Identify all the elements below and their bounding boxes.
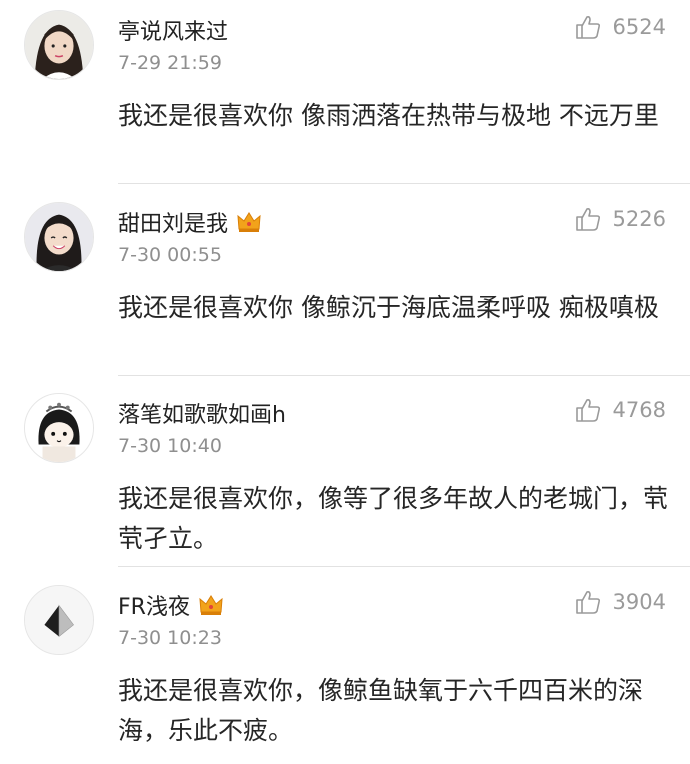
username[interactable]: 甜田刘是我 — [118, 206, 262, 238]
username[interactable]: 亭说风来过 — [118, 14, 228, 46]
comment-text: 我还是很喜欢你 像雨洒落在热带与极地 不远万里 — [118, 101, 659, 130]
like-button[interactable]: 6524 — [575, 14, 666, 40]
like-button[interactable]: 3904 — [575, 589, 666, 615]
timestamp: 7-29 21:59 — [118, 52, 222, 74]
timestamp: 7-30 10:40 — [118, 435, 222, 457]
comment-text: 我还是很喜欢你 像鲸沉于海底温柔呼吸 痴极嗔极 — [118, 293, 659, 322]
timestamp: 7-30 00:55 — [118, 244, 222, 266]
timestamp: 7-30 10:23 — [118, 627, 222, 649]
comment-text: 我还是很喜欢你，像等了很多年故人的老城门，茕茕孑立。 — [118, 484, 669, 553]
comment-text: 我还是很喜欢你，像鲸鱼缺氧于六千四百米的深海，乐此不疲。 — [118, 676, 644, 745]
like-count: 4768 — [612, 398, 666, 422]
thumbs-up-icon[interactable] — [575, 14, 601, 40]
like-count: 6524 — [612, 15, 666, 39]
username-text[interactable]: 甜田刘是我 — [118, 206, 228, 238]
divider — [118, 183, 690, 184]
username[interactable]: 落笔如歌歌如画h — [118, 397, 286, 429]
thumbs-up-icon[interactable] — [575, 589, 601, 615]
username[interactable]: FR浅夜 — [118, 589, 224, 621]
thumbs-up-icon[interactable] — [575, 397, 601, 423]
crown-icon — [236, 210, 262, 234]
username-text[interactable]: FR浅夜 — [118, 589, 190, 621]
avatar[interactable] — [24, 393, 94, 463]
like-button[interactable]: 5226 — [575, 206, 666, 232]
crown-icon — [198, 593, 224, 617]
like-count: 5226 — [612, 207, 666, 231]
username-text[interactable]: 亭说风来过 — [118, 14, 228, 46]
username-text[interactable]: 落笔如歌歌如画h — [118, 397, 286, 429]
avatar[interactable] — [24, 202, 94, 272]
divider — [118, 566, 690, 567]
avatar[interactable] — [24, 585, 94, 655]
divider — [118, 375, 690, 376]
like-count: 3904 — [612, 590, 666, 614]
like-button[interactable]: 4768 — [575, 397, 666, 423]
thumbs-up-icon[interactable] — [575, 206, 601, 232]
avatar[interactable] — [24, 10, 94, 80]
